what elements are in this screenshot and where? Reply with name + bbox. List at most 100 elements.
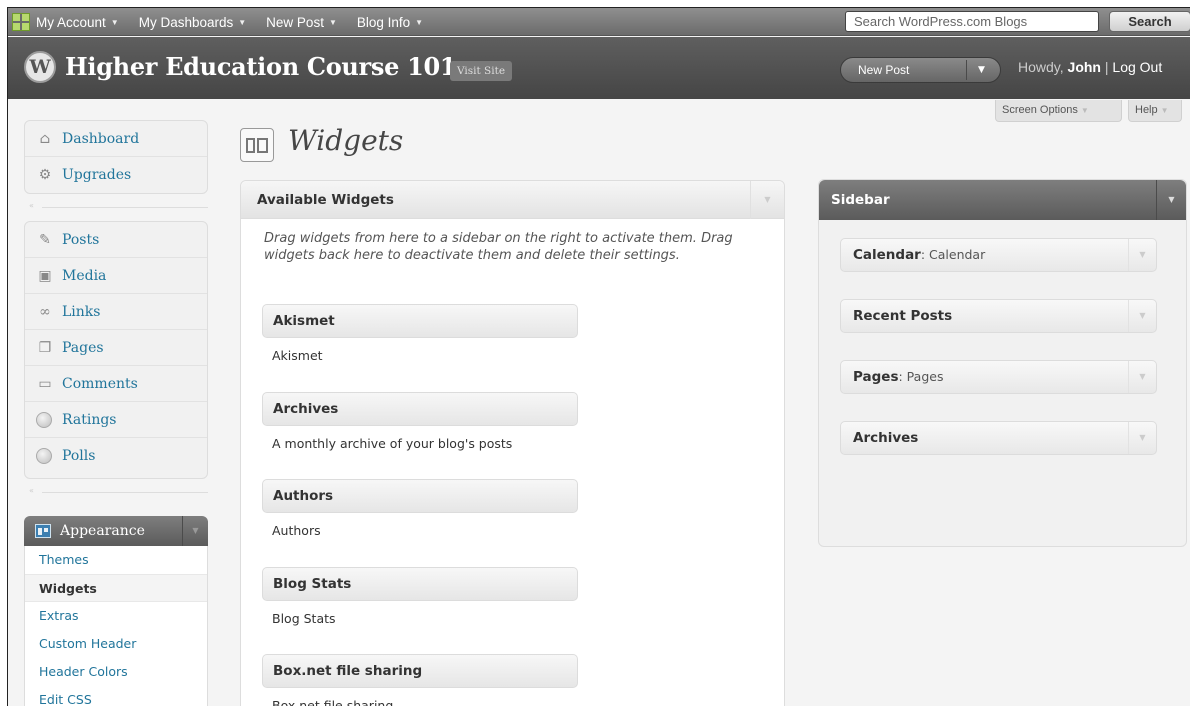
sidebar-title: Sidebar — [831, 192, 890, 208]
menu-item-label: Media — [62, 267, 107, 284]
widget-title: : Pages — [898, 369, 944, 384]
chevron-down-icon[interactable]: ▼ — [1128, 300, 1156, 332]
my-dashboards-menu[interactable]: My Dashboards ▼ — [139, 15, 246, 30]
help-button[interactable]: Help ▼ — [1128, 100, 1182, 122]
blog-info-label: Blog Info — [356, 14, 411, 30]
user-name-link[interactable]: John — [1068, 59, 1101, 75]
screen-options-button[interactable]: Screen Options ▼ — [995, 100, 1122, 122]
admin-bar-menus: My Account ▼ My Dashboards ▼ New Post ▼ Blo… — [12, 8, 443, 36]
menu-item-appearance[interactable]: Appearance ▼ — [24, 516, 208, 546]
wordpress-com-grid-icon[interactable] — [12, 13, 30, 31]
widget-name: Calendar — [853, 247, 921, 263]
chevron-down-icon[interactable]: ▼ — [182, 516, 208, 546]
log-out-link[interactable]: Log Out — [1112, 59, 1162, 75]
link-icon: ∞ — [39, 303, 51, 320]
submenu-item-themes[interactable]: Themes — [25, 546, 207, 574]
dropdown-divider — [966, 60, 967, 80]
submenu-item-extras[interactable]: Extras — [25, 602, 207, 630]
sidebar-widget-recent-posts[interactable]: Recent Posts ▼ — [840, 299, 1157, 333]
widget-description: Akismet — [272, 348, 323, 363]
dropdown-caret-icon: ▼ — [238, 17, 247, 27]
widget-box-net[interactable]: Box.net file sharing — [262, 654, 578, 688]
chevron-down-icon[interactable]: ▼ — [1128, 422, 1156, 454]
menu-item-label: Comments — [62, 375, 138, 392]
menu-item-label: Posts — [62, 231, 100, 248]
chevron-down-icon[interactable]: ▼ — [978, 58, 985, 82]
howdy-text: Howdy, — [1018, 59, 1068, 75]
menu-item-polls[interactable]: Polls — [25, 438, 207, 474]
widget-akismet[interactable]: Akismet — [262, 304, 578, 338]
gear-icon: ⚙ — [38, 167, 52, 183]
available-widgets-header[interactable]: Available Widgets ▼ — [241, 181, 784, 219]
sidebar-widget-pages[interactable]: Pages: Pages ▼ — [840, 360, 1157, 394]
sidebar-header[interactable]: Sidebar ▼ — [819, 180, 1186, 220]
my-account-menu[interactable]: My Account ▼ — [36, 15, 119, 30]
menu-item-dashboard[interactable]: ⌂ Dashboard — [25, 121, 207, 157]
chevron-down-icon[interactable]: ▼ — [1156, 180, 1186, 220]
new-post-dropdown-label: New Post — [858, 63, 910, 77]
chevron-down-icon[interactable]: ▼ — [1128, 239, 1156, 271]
blog-info-menu[interactable]: Blog Info ▼ — [357, 15, 423, 30]
menu-group-main: ✎ Posts ▣ Media ∞ Links ❐ Pages ▭ Comments Ra… — [24, 221, 208, 479]
menu-item-links[interactable]: ∞ Links — [25, 294, 207, 330]
collapse-arrow-icon[interactable]: « — [29, 201, 34, 210]
chevron-down-icon: ▼ — [1080, 106, 1089, 115]
widget-description: Blog Stats — [272, 611, 336, 626]
my-account-label: My Account — [36, 14, 106, 30]
comment-icon: ▭ — [38, 375, 52, 392]
page-title: Widgets — [288, 124, 404, 157]
site-title[interactable]: Higher Education Course 101 — [65, 52, 457, 81]
search-input[interactable]: Search WordPress.com Blogs — [845, 11, 1099, 32]
sidebar-widget-archives[interactable]: Archives ▼ — [840, 421, 1157, 455]
menu-item-label: Pages — [62, 339, 104, 356]
available-widgets-title: Available Widgets — [257, 192, 394, 208]
widget-name: Archives — [853, 430, 919, 446]
menu-item-label: Ratings — [62, 411, 117, 428]
new-post-dropdown[interactable]: New Post ▼ — [840, 57, 1001, 83]
appearance-submenu: Themes Widgets Extras Custom Header Head… — [24, 546, 208, 706]
available-widgets-description: Drag widgets from here to a sidebar on t… — [264, 231, 733, 263]
widget-archives[interactable]: Archives — [262, 392, 578, 426]
widget-description: Box.net file sharing — [272, 698, 394, 706]
dropdown-caret-icon: ▼ — [328, 17, 337, 27]
visit-site-button[interactable]: Visit Site — [450, 61, 513, 81]
pushpin-icon: ✎ — [39, 231, 51, 248]
wordpress-logo-icon: W — [24, 51, 56, 83]
menu-group-top: ⌂ Dashboard ⚙ Upgrades — [24, 120, 208, 194]
submenu-item-widgets[interactable]: Widgets — [25, 574, 207, 602]
admin-bar: My Account ▼ My Dashboards ▼ New Post ▼ Blo… — [8, 8, 1190, 36]
icon-part — [246, 138, 255, 153]
menu-separator — [42, 492, 208, 493]
menu-item-ratings[interactable]: Ratings — [25, 402, 207, 438]
user-greeting: Howdy, John | Log Out — [1018, 59, 1162, 75]
sidebar-panel: Sidebar ▼ Calendar: Calendar ▼ Recent Pos… — [818, 179, 1187, 547]
menu-item-media[interactable]: ▣ Media — [25, 258, 207, 294]
new-post-menu[interactable]: New Post ▼ — [266, 15, 337, 30]
submenu-item-header-colors[interactable]: Header Colors — [25, 658, 207, 686]
widget-name: Recent Posts — [853, 308, 953, 324]
menu-item-pages[interactable]: ❐ Pages — [25, 330, 207, 366]
submenu-item-custom-header[interactable]: Custom Header — [25, 630, 207, 658]
widget-authors[interactable]: Authors — [262, 479, 578, 513]
search-button[interactable]: Search — [1109, 11, 1190, 32]
screen-options-label: Screen Options — [1002, 104, 1078, 116]
submenu-item-edit-css[interactable]: Edit CSS — [25, 686, 207, 706]
pages-icon: ❐ — [38, 339, 52, 356]
menu-item-label: Dashboard — [62, 130, 140, 147]
chevron-down-icon[interactable]: ▼ — [1128, 361, 1156, 393]
collapse-arrow-icon[interactable]: « — [29, 486, 34, 495]
menu-item-comments[interactable]: ▭ Comments — [25, 366, 207, 402]
circle-icon — [36, 411, 52, 428]
menu-item-label: Upgrades — [62, 167, 132, 183]
chevron-down-icon: ▼ — [1160, 106, 1169, 115]
widget-blog-stats[interactable]: Blog Stats — [262, 567, 578, 601]
menu-item-upgrades[interactable]: ⚙ Upgrades — [25, 157, 207, 193]
menu-item-label: Polls — [62, 448, 96, 464]
menu-item-label: Links — [62, 303, 101, 320]
home-icon: ⌂ — [39, 130, 51, 147]
menu-item-posts[interactable]: ✎ Posts — [25, 222, 207, 258]
sidebar-widget-calendar[interactable]: Calendar: Calendar ▼ — [840, 238, 1157, 272]
chevron-down-icon[interactable]: ▼ — [750, 181, 784, 219]
site-header: W Higher Education Course 101 Visit Site… — [8, 37, 1190, 99]
widgets-page-icon — [240, 128, 274, 162]
